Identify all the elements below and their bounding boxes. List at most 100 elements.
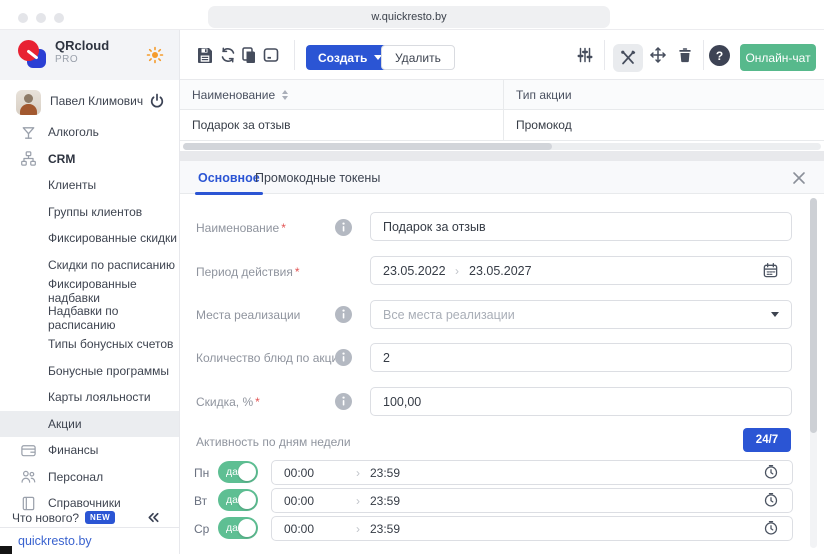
day-toggle[interactable]: да <box>218 489 258 511</box>
sidebar-item-scheduled-discounts[interactable]: Скидки по расписанию <box>0 252 179 279</box>
sidebar-item-fixed-surcharges[interactable]: Фиксированные надбавки <box>0 278 179 305</box>
time-range-input[interactable]: 00:00 › 23:59 <box>271 488 793 513</box>
close-icon[interactable] <box>790 169 808 187</box>
sidebar-item-fixed-discounts[interactable]: Фиксированные скидки <box>0 225 179 252</box>
refresh-icon[interactable] <box>219 46 237 64</box>
info-icon[interactable] <box>335 306 352 323</box>
sidebar-item-finance[interactable]: Финансы <box>0 437 179 464</box>
terminal-screen-icon[interactable] <box>262 46 280 64</box>
time-to-value[interactable]: 23:59 <box>370 522 763 536</box>
window-control-dot[interactable] <box>36 13 46 23</box>
discount-label: Скидка, %* <box>196 395 260 409</box>
logo-strip: QRcloud PRO <box>0 30 179 80</box>
time-to-value[interactable]: 23:59 <box>370 466 763 480</box>
user-avatar <box>16 90 41 115</box>
day-row-tuesday: Вт да 00:00 › 23:59 <box>180 488 824 513</box>
period-to-value[interactable]: 23.05.2027 <box>469 264 762 278</box>
day-toggle[interactable]: да <box>218 517 258 539</box>
cocktail-icon <box>20 124 48 141</box>
period-range-input[interactable]: 23.05.2022 › 23.05.2027 <box>370 256 792 285</box>
clock-icon[interactable] <box>763 520 780 537</box>
name-label: Наименование* <box>196 221 286 235</box>
collapse-sidebar-icon[interactable] <box>146 510 161 525</box>
sidebar-item-alcohol[interactable]: Алкоголь <box>0 119 179 146</box>
chevron-right-icon: › <box>356 494 360 508</box>
sun-theme-icon[interactable] <box>146 46 164 64</box>
address-bar[interactable]: w.quickresto.by <box>208 6 610 28</box>
chevron-down-icon <box>771 312 779 317</box>
sidebar-item-crm[interactable]: CRM <box>0 146 179 173</box>
sidebar-item-bonus-programs[interactable]: Бонусные программы <box>0 358 179 385</box>
dish-count-label: Количество блюд по акции* <box>196 351 352 365</box>
brand-tier: PRO <box>55 54 78 65</box>
discount-input[interactable] <box>370 387 792 416</box>
info-icon[interactable] <box>335 393 352 410</box>
horizontal-scrollbar[interactable] <box>183 143 821 150</box>
dish-count-input[interactable] <box>370 343 792 372</box>
toolbar-divider <box>703 40 704 70</box>
screen-corner-artifact <box>0 546 12 554</box>
clock-icon[interactable] <box>763 464 780 481</box>
delete-button[interactable]: Удалить <box>381 45 455 70</box>
brand-name: QRcloud <box>55 38 109 53</box>
info-icon[interactable] <box>335 219 352 236</box>
help-button[interactable]: ? <box>709 45 730 66</box>
people-icon <box>20 468 48 485</box>
sidebar-item-bonus-account-types[interactable]: Типы бонусных счетов <box>0 331 179 358</box>
column-header-name[interactable]: Наименование <box>180 80 503 109</box>
online-chat-button[interactable]: Онлайн-чат <box>740 44 816 71</box>
sidebar-item-scheduled-surcharges[interactable]: Надбавки по расписанию <box>0 305 179 332</box>
browser-topbar: w.quickresto.by <box>0 0 824 30</box>
cell-promotion-name[interactable]: Подарок за отзыв <box>180 110 503 140</box>
panel-gap <box>180 151 824 161</box>
move-icon[interactable] <box>649 46 667 64</box>
vertical-scrollbar[interactable] <box>810 198 817 548</box>
column-header-type[interactable]: Тип акции <box>503 80 824 109</box>
user-row[interactable]: Павел Климович <box>0 86 179 120</box>
user-name: Павел Климович <box>50 94 143 108</box>
chevron-right-icon: › <box>356 522 360 536</box>
sort-icon[interactable] <box>282 90 288 100</box>
time-from-value[interactable]: 00:00 <box>284 522 346 536</box>
table-row[interactable]: Подарок за отзыв Промокод <box>180 110 824 141</box>
qrcloud-logo-icon <box>18 40 48 70</box>
name-input[interactable] <box>370 212 792 241</box>
day-toggle[interactable]: да <box>218 461 258 483</box>
copy-icon[interactable] <box>240 46 258 64</box>
time-range-input[interactable]: 00:00 › 23:59 <box>271 516 793 541</box>
calendar-icon[interactable] <box>762 262 779 279</box>
whats-new-link[interactable]: Что нового? <box>12 511 79 525</box>
site-link[interactable]: quickresto.by <box>18 534 92 548</box>
sitemap-icon <box>20 150 48 167</box>
toolbar-divider <box>294 40 295 70</box>
clock-icon[interactable] <box>763 492 780 509</box>
time-from-value[interactable]: 00:00 <box>284 494 346 508</box>
tab-main[interactable]: Основное <box>198 161 260 194</box>
day-row-wednesday: Ср да 00:00 › 23:59 <box>180 516 824 541</box>
sidebar-item-staff[interactable]: Персонал <box>0 464 179 491</box>
time-to-value[interactable]: 23:59 <box>370 494 763 508</box>
power-logout-icon[interactable] <box>148 92 166 110</box>
tab-promo-tokens[interactable]: Промокодные токены <box>255 161 380 194</box>
window-control-dot[interactable] <box>18 13 28 23</box>
places-select[interactable]: Все места реализации <box>370 300 792 329</box>
period-from-value[interactable]: 23.05.2022 <box>383 264 445 278</box>
vertical-scrollbar-thumb[interactable] <box>810 198 817 433</box>
time-range-input[interactable]: 00:00 › 23:59 <box>271 460 793 485</box>
chevron-right-icon: › <box>455 264 459 278</box>
sidebar-item-client-groups[interactable]: Группы клиентов <box>0 199 179 226</box>
horizontal-scrollbar-thumb[interactable] <box>183 143 552 150</box>
tools-icon[interactable] <box>619 49 637 67</box>
trash-icon[interactable] <box>676 46 694 64</box>
sidebar-item-loyalty-cards[interactable]: Карты лояльности <box>0 384 179 411</box>
cell-promotion-type[interactable]: Промокод <box>503 110 824 140</box>
info-icon[interactable] <box>335 349 352 366</box>
sidebar-item-promotions[interactable]: Акции <box>0 411 179 438</box>
wallet-icon <box>20 442 48 459</box>
preset-247-button[interactable]: 24/7 <box>743 428 791 452</box>
save-icon[interactable] <box>196 46 214 64</box>
window-control-dot[interactable] <box>54 13 64 23</box>
sidebar-item-clients[interactable]: Клиенты <box>0 172 179 199</box>
filter-sliders-icon[interactable] <box>576 46 594 64</box>
time-from-value[interactable]: 00:00 <box>284 466 346 480</box>
